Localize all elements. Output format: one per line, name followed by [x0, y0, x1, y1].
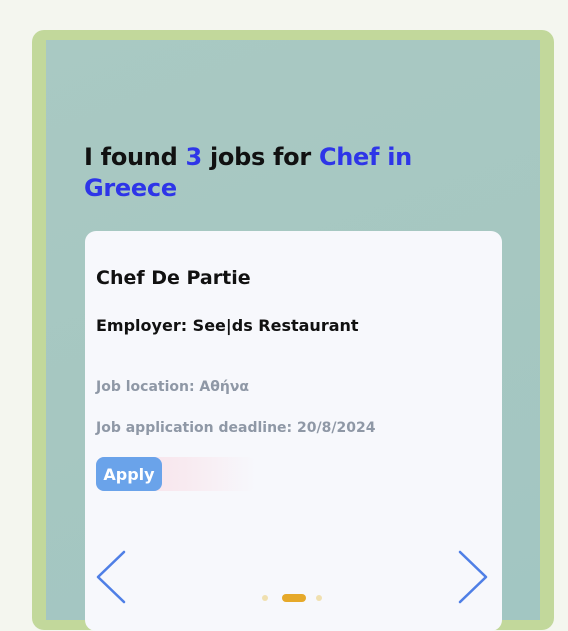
carousel-dot-active[interactable]	[282, 594, 306, 602]
results-prefix: I found	[84, 143, 186, 171]
apply-button[interactable]: Apply	[96, 457, 162, 491]
job-card: Chef De Partie Employer: See|ds Restaura…	[85, 231, 502, 631]
results-middle: jobs for	[201, 143, 319, 171]
carousel-dots	[262, 594, 326, 602]
results-count: 3	[185, 143, 203, 171]
results-heading: I found 3 jobs for Chef in Greece	[84, 142, 504, 204]
carousel-dot[interactable]	[316, 595, 322, 601]
chevron-left-icon	[96, 550, 126, 604]
carousel-dot[interactable]	[262, 595, 268, 601]
job-employer: Employer: See|ds Restaurant	[96, 316, 359, 335]
chevron-right-icon	[458, 550, 488, 604]
carousel-next-button[interactable]	[456, 550, 492, 604]
carousel-prev-button[interactable]	[92, 550, 128, 604]
job-title: Chef De Partie	[96, 267, 251, 289]
job-location: Job location: Αθήνα	[96, 379, 250, 395]
job-deadline: Job application deadline: 20/8/2024	[96, 420, 376, 436]
